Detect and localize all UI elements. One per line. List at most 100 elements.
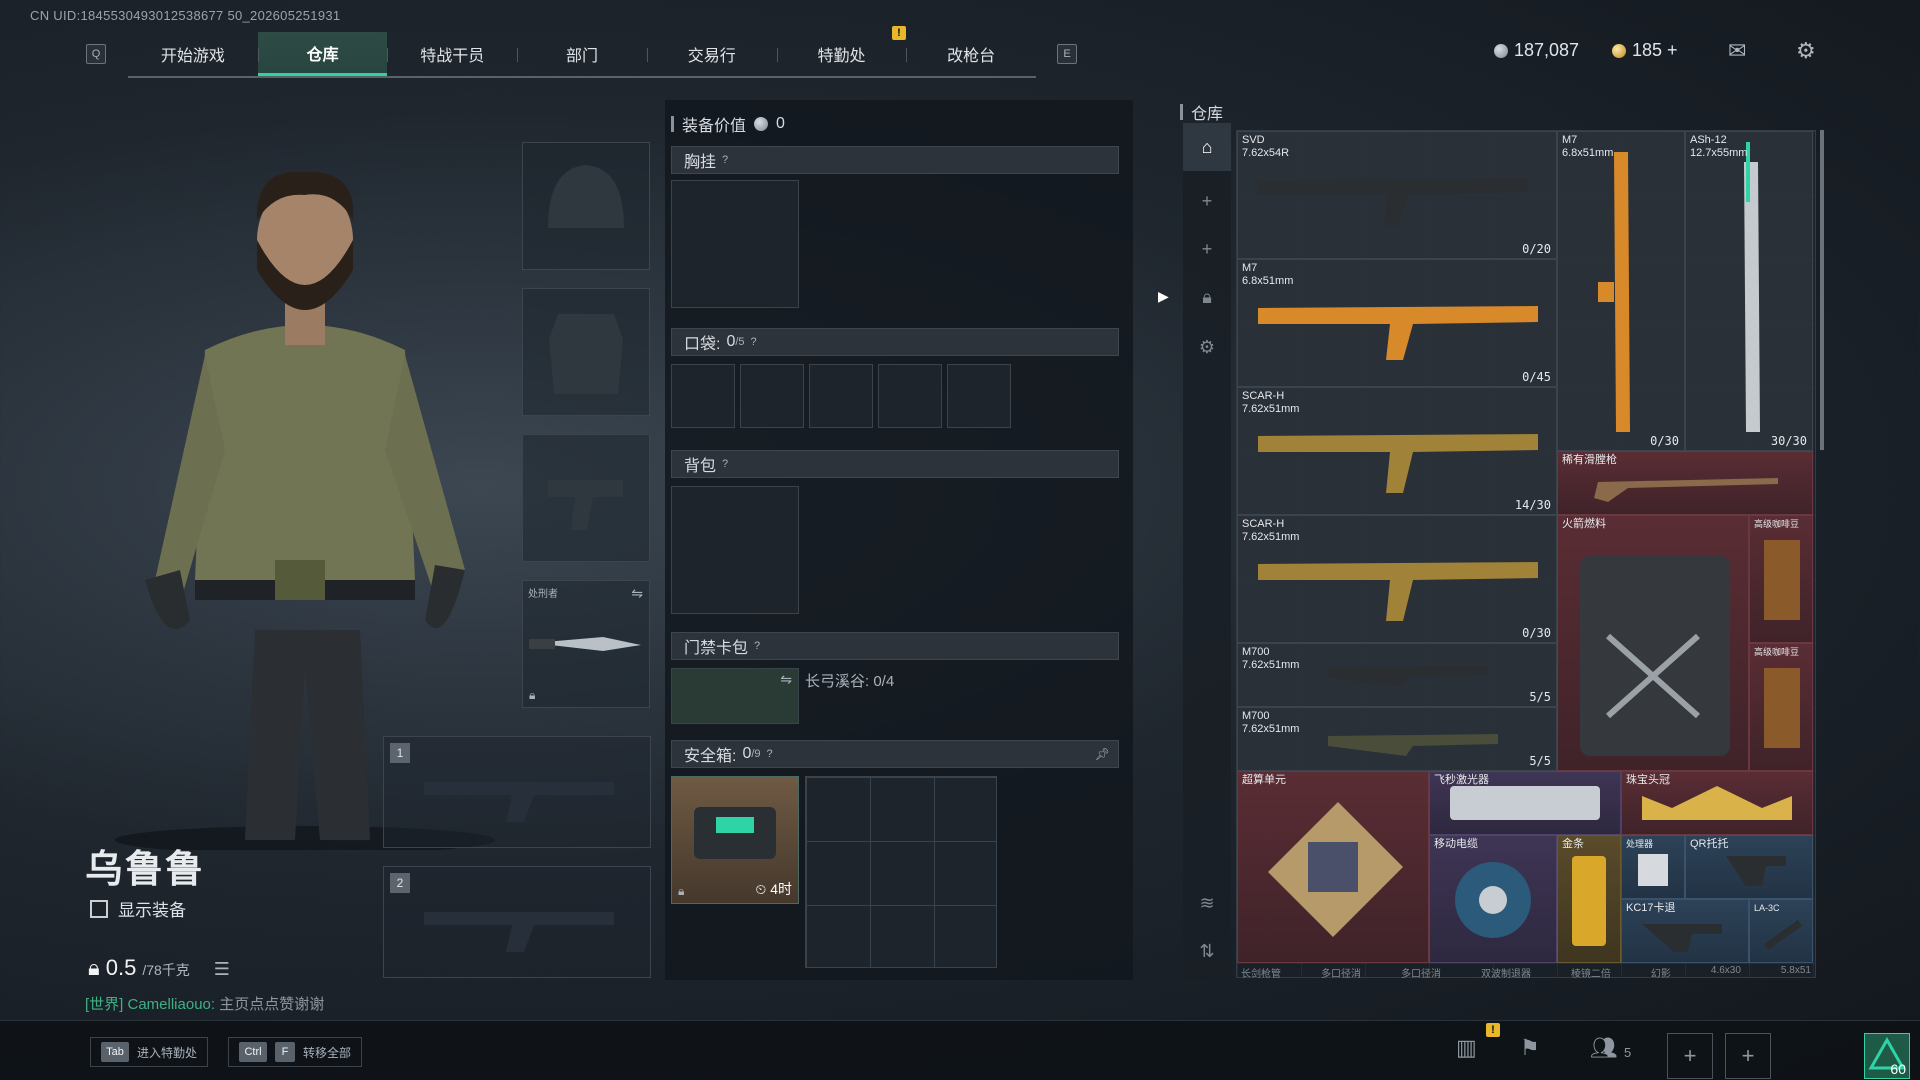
bottom-bar: Tab 进入特勤处 Ctrl F 转移全部 ▥ ! ⚑ 👥︎ 5 + + 60 [0, 1020, 1920, 1080]
help-icon[interactable]: ? [754, 640, 760, 652]
warehouse-item[interactable]: SVD 7.62x54R 0/20 [1237, 131, 1557, 259]
rifle-icon [1744, 142, 1760, 432]
warehouse-item[interactable]: ASh-12 12.7x55mm 30/30 [1685, 131, 1813, 451]
tab-start-game[interactable]: 开始游戏 [128, 32, 258, 76]
mail-icon[interactable]: ✉ [1728, 38, 1746, 64]
tab-special-service[interactable]: 特勤处 [776, 32, 907, 76]
warehouse-item[interactable]: M7 6.8x51mm 0/45 [1237, 259, 1557, 387]
swap-icon[interactable]: ⇋ [780, 671, 792, 688]
show-equipment-toggle[interactable]: 显示装备 [90, 896, 186, 921]
chat-channel: [世界] Camelliaouo: [85, 996, 216, 1013]
list-icon[interactable]: ☰ [214, 959, 230, 980]
warehouse-home-icon[interactable]: ⌂ [1183, 123, 1231, 171]
stats-alert-badge: ! [1486, 1023, 1500, 1037]
fuel-canister-icon [1580, 556, 1730, 756]
flag-icon[interactable]: ⚑ [1520, 1035, 1540, 1061]
tab-department[interactable]: 部门 [517, 32, 647, 76]
settings-gear-icon[interactable]: ⚙ [1796, 38, 1816, 64]
warehouse-item[interactable]: 高级咖啡豆 [1749, 515, 1813, 643]
enter-special-service-hint[interactable]: Tab 进入特勤处 [90, 1037, 209, 1067]
tab-warehouse[interactable]: 仓库 [257, 32, 388, 76]
lock-icon[interactable]: 🔒︎ [1183, 273, 1231, 321]
keycard-detail: 长弓溪谷: 0/4 [805, 673, 895, 690]
help-icon[interactable]: ? [751, 336, 757, 348]
add-squad-slot-icon[interactable]: + [1725, 1033, 1771, 1079]
warehouse-sidebar: ⌂ + + 🔒︎ ⚙ ≋ ⇅ [1183, 123, 1231, 980]
rifle-silhouette-icon [424, 912, 614, 952]
warehouse-item[interactable]: 超算单元 [1237, 771, 1429, 963]
warehouse-item[interactable]: 金条 [1557, 835, 1621, 963]
pockets-label: 口袋: [684, 336, 721, 353]
primary-weapon-slot[interactable]: 1 [383, 736, 651, 848]
tab-gunsmith[interactable]: 改枪台 [906, 32, 1036, 76]
secondary-weapon-slot[interactable]: 2 [383, 866, 651, 978]
warehouse-item[interactable]: M700 7.62x51mm 5/5 [1237, 643, 1557, 707]
gold-currency[interactable]: 185 + [1612, 40, 1678, 61]
loadout-panel: 装备价值 0 胸挂 ? 口袋: 0 /5 ? 背包 ? 门禁卡包 ? ⇋ 长弓溪… [665, 100, 1133, 980]
safebox-case-icon [694, 807, 776, 859]
pocket-slot[interactable] [809, 364, 873, 428]
warehouse-item[interactable]: 飞秒激光器 [1429, 771, 1621, 835]
warehouse-item[interactable]: KC17卡退 [1621, 899, 1749, 963]
add-page-icon[interactable]: + [1183, 177, 1231, 225]
warehouse-scrollbar[interactable] [1820, 130, 1824, 450]
warehouse-item[interactable]: SCAR-H 7.62x51mm 14/30 [1237, 387, 1557, 515]
pin-icon[interactable]: 📌︎ [1095, 747, 1110, 761]
carry-weight-value: 0.5 [105, 955, 137, 980]
keycard-case-slot[interactable]: ⇋ [671, 668, 799, 724]
warehouse-item[interactable]: M700 7.62x51mm 5/5 [1237, 707, 1557, 771]
warehouse-item[interactable]: SCAR-H 7.62x51mm 0/30 [1237, 515, 1557, 643]
swap-icon[interactable]: ⇋ [631, 585, 643, 602]
safebox-max: /9 [751, 748, 761, 760]
melee-slot[interactable]: 处刑者 ⇋ 🔒︎ [522, 580, 650, 708]
compute-unit-icon [1268, 802, 1403, 937]
layers-icon[interactable]: ≋ [1183, 879, 1231, 927]
pocket-slot[interactable] [671, 364, 735, 428]
add-squad-slot-icon[interactable]: + [1667, 1033, 1713, 1079]
world-chat-line[interactable]: [世界] Camelliaouo: 主页点点赞谢谢 [85, 993, 324, 1014]
pistol-slot[interactable] [522, 434, 650, 562]
tab-operators[interactable]: 特战干员 [387, 32, 517, 76]
warehouse-item[interactable]: QR托托 [1685, 835, 1813, 899]
q-key-hint: Q [86, 44, 106, 64]
warehouse-item[interactable]: 火箭燃料 [1557, 515, 1749, 771]
silver-amount: 187,087 [1514, 40, 1580, 60]
warehouse-item[interactable]: M7 6.8x51mm 0/30 [1557, 131, 1685, 451]
pocket-slot[interactable] [878, 364, 942, 428]
player-level-badge[interactable]: 60 [1864, 1033, 1910, 1079]
sort-icon[interactable]: ⇅ [1183, 927, 1231, 975]
special-service-alert-badge: ! [892, 26, 906, 40]
warehouse-item[interactable]: 珠宝头冠 [1621, 771, 1813, 835]
stats-chart-icon[interactable]: ▥ [1456, 1035, 1477, 1061]
helmet-slot[interactable] [522, 142, 650, 270]
pocket-slot[interactable] [947, 364, 1011, 428]
warehouse-item[interactable]: 稀有滑膛枪 [1557, 451, 1813, 515]
help-icon[interactable]: ? [722, 458, 728, 470]
f-key: F [275, 1042, 295, 1062]
safebox-item[interactable]: 🔒︎ ⏲ 4时 [671, 776, 799, 904]
rifle-silhouette-icon [424, 782, 614, 822]
tab-trading[interactable]: 交易行 [646, 32, 777, 76]
silver-currency[interactable]: 187,087 [1494, 40, 1579, 61]
pocket-slot[interactable] [740, 364, 804, 428]
gold-bar-icon [1572, 856, 1606, 946]
armor-slot[interactable] [522, 288, 650, 416]
safebox-grid[interactable] [805, 776, 997, 968]
warehouse-title: 仓库 [1180, 100, 1223, 124]
settings-gear-icon[interactable]: ⚙ [1183, 323, 1231, 371]
help-icon[interactable]: ? [722, 154, 728, 166]
warehouse-item[interactable]: 移动电缆 [1429, 835, 1557, 963]
chest-rig-label: 胸挂 [684, 154, 717, 171]
help-icon[interactable]: ? [767, 748, 773, 760]
backpack-slot[interactable] [671, 486, 799, 614]
safebox-section: 安全箱: 0 /9 ? 📌︎ [671, 740, 1119, 768]
warehouse-item[interactable]: 处理器 [1621, 835, 1685, 899]
show-equipment-checkbox[interactable] [90, 899, 108, 918]
add-page-icon[interactable]: + [1183, 225, 1231, 273]
warehouse-item[interactable]: LA-3C [1749, 899, 1813, 963]
melee-name: 处刑者 [528, 589, 558, 600]
warehouse-item[interactable]: 高级咖啡豆 [1749, 643, 1813, 771]
friends-icon[interactable]: 👥︎ [1590, 1035, 1618, 1061]
transfer-all-hint[interactable]: Ctrl F 转移全部 [228, 1037, 363, 1067]
chest-rig-slot[interactable] [671, 180, 799, 308]
